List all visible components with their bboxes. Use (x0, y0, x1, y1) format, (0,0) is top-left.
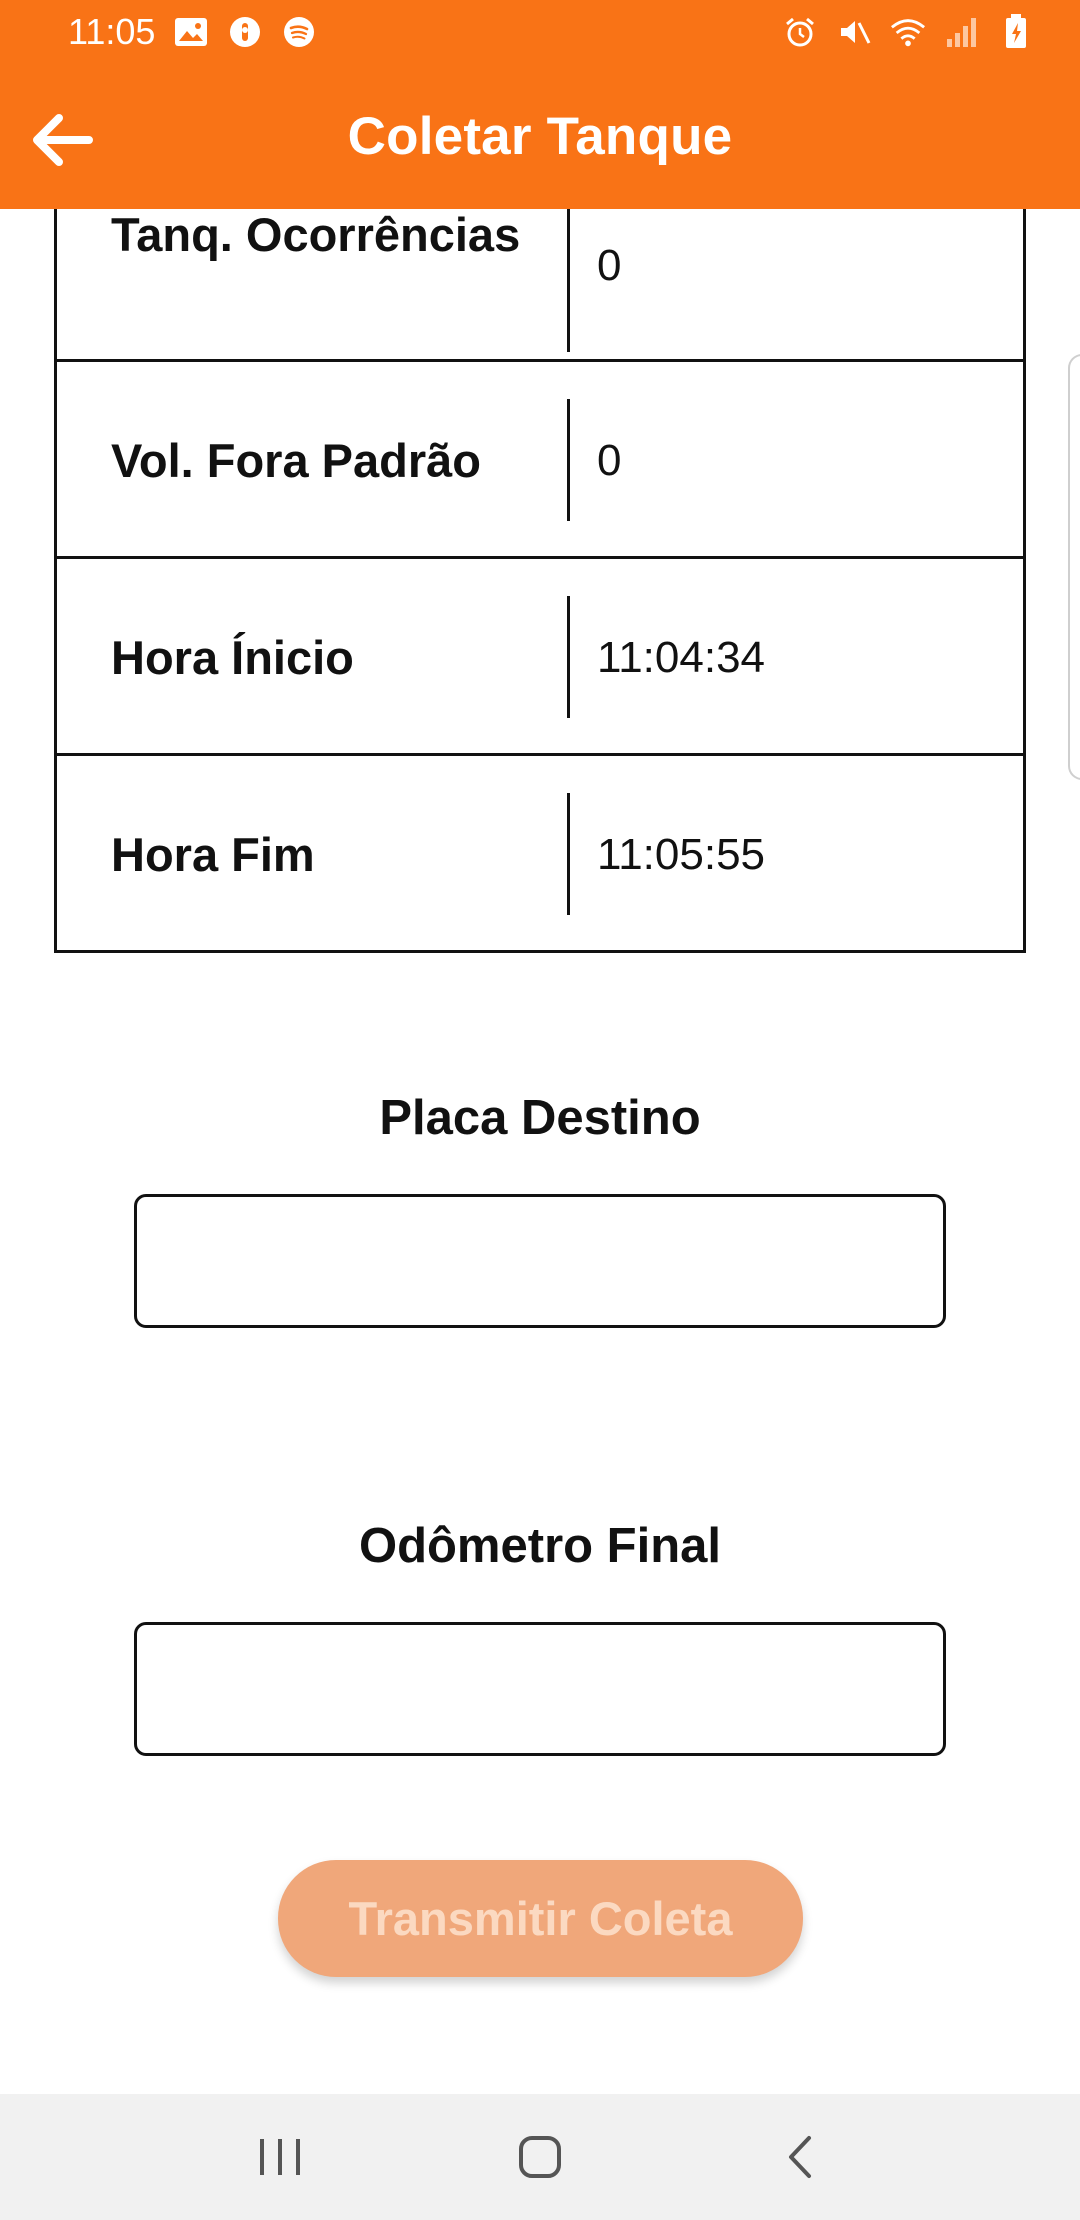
placa-destino-label: Placa Destino (379, 1091, 701, 1145)
mute-icon (836, 14, 872, 50)
page-title: Coletar Tanque (347, 107, 733, 166)
odometro-final-input[interactable] (134, 1622, 946, 1756)
recent-apps-button[interactable] (235, 2112, 325, 2202)
row-label: Hora Fim (111, 828, 315, 881)
row-divider (567, 596, 570, 718)
row-divider (567, 209, 570, 352)
app-bar: Coletar Tanque (0, 64, 1080, 209)
row-value: 0 (597, 241, 622, 290)
table-row: Tanq. Ocorrências 0 (57, 208, 1023, 362)
back-icon (789, 2136, 811, 2178)
recent-apps-icon (260, 2139, 300, 2175)
arrow-left-icon (33, 114, 93, 166)
row-divider (567, 793, 570, 915)
row-value: 11:04:34 (597, 633, 766, 682)
status-bar: 11:05 (0, 0, 1080, 64)
table-row: Vol. Fora Padrão 0 (57, 362, 1023, 559)
battery-icon (998, 14, 1034, 50)
table-row: Hora Fim 11:05:55 (57, 756, 1023, 950)
navigation-bar (0, 2094, 1080, 2220)
home-icon (519, 2136, 561, 2178)
status-left: 11:05 (68, 11, 317, 53)
back-button[interactable] (22, 100, 102, 180)
top-bar: 11:05 Coletar Tanque (0, 0, 1080, 209)
row-label: Tanq. Ocorrências (111, 208, 521, 261)
signal-icon (944, 14, 980, 50)
row-value: 11:05:55 (597, 830, 766, 879)
home-button[interactable] (495, 2112, 585, 2202)
spotify-icon (281, 14, 317, 50)
transmitir-coleta-button[interactable]: Transmitir Coleta (278, 1860, 803, 1977)
odometro-final-label: Odômetro Final (358, 1519, 722, 1573)
info-table: Tanq. Ocorrências 0 Vol. Fora Padrão 0 H… (54, 208, 1026, 953)
row-label: Hora Ínicio (111, 631, 354, 684)
placa-destino-input[interactable] (134, 1194, 946, 1328)
wifi-icon (890, 14, 926, 50)
shield-icon (227, 14, 263, 50)
nav-back-button[interactable] (755, 2112, 845, 2202)
image-icon (173, 14, 209, 50)
row-value: 0 (597, 436, 622, 485)
screen: 11:05 Coletar Tanque Tanq. Ocorrências 0… (0, 0, 1080, 2220)
status-time: 11:05 (68, 11, 156, 52)
table-row: Hora Ínicio 11:04:34 (57, 559, 1023, 756)
status-right (782, 14, 1034, 50)
row-label: Vol. Fora Padrão (111, 434, 481, 487)
alarm-icon (782, 14, 818, 50)
side-panel-handle[interactable] (1068, 354, 1080, 780)
row-divider (567, 399, 570, 521)
